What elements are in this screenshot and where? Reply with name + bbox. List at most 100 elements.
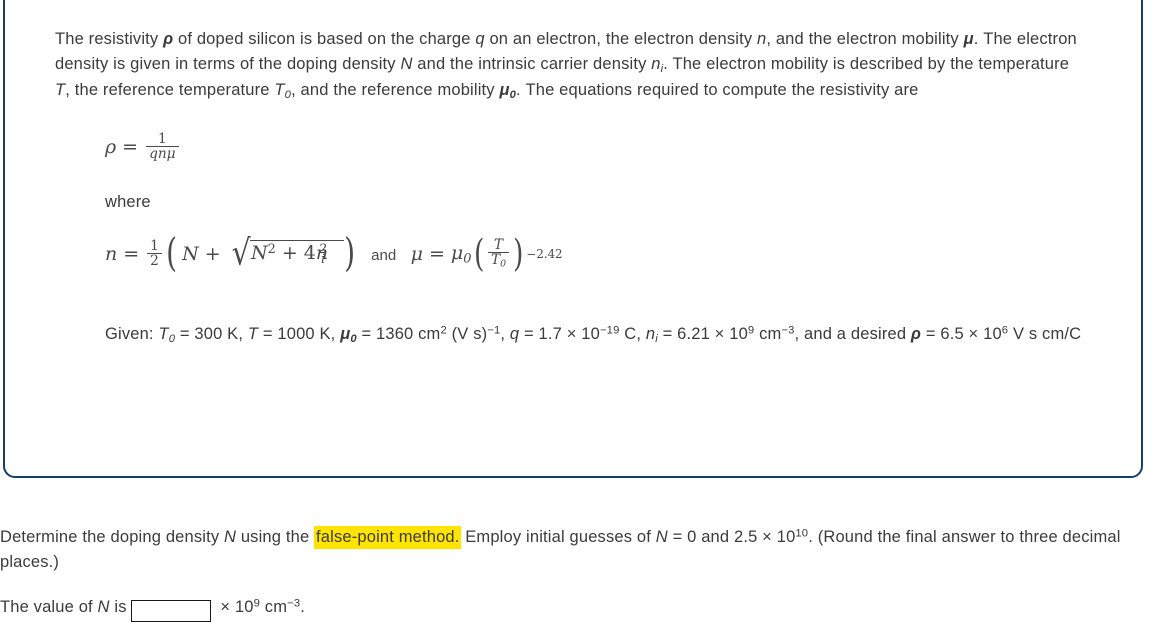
answer-suffix-b: cm (260, 597, 288, 616)
eq2-half-numerator: 1 (150, 237, 159, 254)
eq2-one-half: 1 2 (147, 239, 162, 269)
given-ni: ni (645, 324, 658, 345)
text-segment: , and the reference mobility (291, 80, 500, 99)
equation-mobility-math: μ = μ0 ( T T0 ) −2.42 (410, 231, 563, 275)
equation-conjunction-and: and (371, 246, 397, 264)
eq2-exponent: −2.42 (526, 246, 563, 261)
answer-prefix: The value of (0, 597, 98, 616)
question-text-3: Employ initial guesses of (460, 527, 656, 546)
eq2-open-paren: ( (166, 230, 177, 276)
problem-paragraph: The resistivity ρ of doped silicon is ba… (55, 27, 1085, 104)
eq2-radicand-n: N (251, 242, 268, 265)
eq2-ratio-den-base: T (490, 252, 501, 269)
symbol-mu0: μ0 (499, 80, 516, 101)
symbol-t: T (55, 80, 66, 99)
question-prompt: Determine the doping density N using the… (0, 525, 1150, 575)
eq2-radicand-ni: ni2 (316, 242, 341, 267)
eq2-radicand-ni-sup: 2 (318, 242, 327, 258)
eq2-half-denominator: 2 (147, 253, 162, 269)
eq2-mu0-base: μ (450, 241, 464, 264)
given-mu0-sup2: −1 (487, 324, 501, 337)
eq2-ratio-denominator: T0 (487, 252, 510, 270)
where-label: where (105, 193, 151, 211)
eq2-equals: = (123, 242, 140, 265)
symbol-t0-base: T (274, 80, 285, 99)
eq2-temperature-ratio: T T0 (487, 237, 510, 270)
eq2-mu0-sub: 0 (463, 251, 472, 267)
given-q-value-a: = 1.7 × 10 (519, 324, 600, 343)
eq1-lhs: ρ (105, 135, 117, 158)
question-text-4: = 0 and 2.5 × 10 (667, 527, 796, 546)
question-text-2: using the (236, 527, 315, 546)
given-t0: T0 (158, 324, 175, 345)
answer-suffix-c: . (300, 597, 305, 616)
symbol-n: n (757, 29, 767, 48)
given-t0-base: T (158, 324, 169, 343)
symbol-mu: μ (963, 29, 974, 48)
eq2-lhs: n (105, 242, 118, 265)
given-mu0: μ0 (340, 324, 357, 345)
text-segment: . The electron mobility is described by … (663, 54, 1070, 73)
text-segment: . The equations required to compute the … (516, 80, 919, 99)
eq1-numerator: 1 (157, 131, 167, 147)
eq2-ratio-numerator: T (493, 237, 504, 253)
equation-density-and-mobility: n = 1 2 ( N + √ N2 +4ni2 ) and μ = μ0 (… (105, 230, 563, 276)
eq2-radicand-plus: + (281, 242, 298, 265)
symbol-capital-n: N (400, 54, 413, 73)
given-rho-value-a: = 6.5 × 10 (921, 324, 1002, 343)
symbol-mu0-base: μ (499, 80, 510, 99)
answer-symbol-n: N (97, 597, 110, 616)
eq2-radicand: N2 +4ni2 (250, 240, 344, 267)
given-ni-value-b: cm (754, 324, 782, 343)
text-segment: of doped silicon is based on the charge (173, 29, 476, 48)
eq1-equals: = (122, 135, 139, 158)
eq2-radicand-four: 4 (303, 242, 316, 265)
text-segment: on an electron, the electron density (484, 29, 757, 48)
symbol-ni-base: n (651, 54, 661, 73)
given-q: q (509, 324, 520, 343)
given-mu0-value-c: , (500, 324, 510, 343)
equation-resistivity-math: ρ = 1 qnμ (105, 132, 181, 162)
question-symbol-n-2: N (655, 527, 668, 546)
eq2-mu-lhs: μ (410, 242, 423, 265)
answer-line: The value of N is × 109 cm−3. (0, 595, 1150, 622)
eq2-ratio-close-paren: ) (513, 231, 524, 275)
given-ni-sup2: −3 (781, 324, 795, 337)
given-q-value-b: C, (619, 324, 646, 343)
question-text-1: Determine the doping density (0, 527, 224, 546)
eq2-close-paren: ) (343, 230, 355, 276)
text-segment: and the intrinsic carrier density (412, 54, 652, 73)
given-values-line: Given: T0 = 300 K, T = 1000 K, μ0 = 1360… (105, 322, 1150, 348)
given-t0-value: = 300 K, (175, 324, 248, 343)
given-mu0-value-b: (V s) (446, 324, 488, 343)
given-label: Given: (105, 324, 159, 343)
text-segment: , and the electron mobility (766, 29, 964, 48)
given-t-value: = 1000 K, (258, 324, 341, 343)
symbol-ni: ni (651, 54, 663, 75)
eq2-ratio-open-paren: ( (473, 231, 484, 275)
given-q-sup: −19 (599, 324, 620, 337)
question-symbol-n: N (224, 527, 237, 546)
eq2-radicand-n-sup: 2 (267, 242, 276, 258)
answer-suffix-sup2: −3 (287, 597, 301, 610)
text-segment: The resistivity (55, 29, 164, 48)
answer-input[interactable] (130, 599, 211, 622)
highlighted-method-text: false-point method. (314, 525, 461, 549)
given-rho: ρ (910, 324, 922, 343)
equation-density-math: n = 1 2 ( N + √ N2 +4ni2 ) (105, 230, 357, 276)
eq2-mu-equals: = (429, 242, 445, 265)
given-ni-base: n (645, 324, 656, 343)
given-ni-value-c: , and a desired (794, 324, 911, 343)
symbol-rho: ρ (163, 29, 174, 48)
text-segment: , the reference temperature (65, 80, 275, 99)
eq2-inner-n: N (182, 242, 199, 265)
radical-icon: √ (231, 232, 251, 274)
problem-card: The resistivity ρ of doped silicon is ba… (3, 0, 1143, 478)
given-rho-value-b: V s cm/C (1008, 324, 1082, 343)
eq1-denominator: qnμ (146, 146, 179, 162)
eq2-ratio-den-sub: 0 (500, 258, 507, 270)
answer-prefix-2: is (109, 597, 127, 616)
question-exponent: 10 (795, 527, 809, 540)
eq2-mu0: μ0 (451, 242, 472, 267)
given-mu0-base: μ (340, 324, 351, 343)
